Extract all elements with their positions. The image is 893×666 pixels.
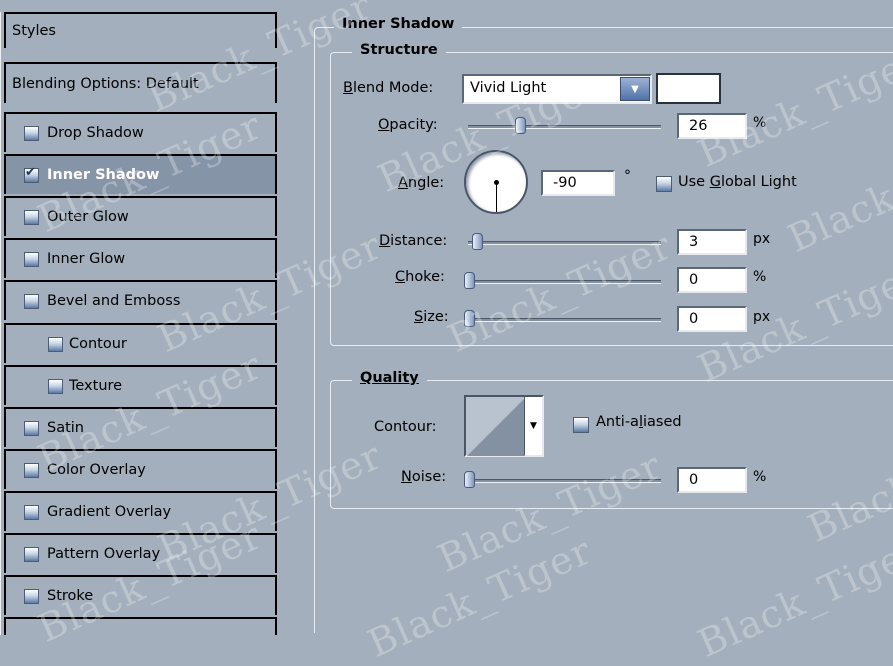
style-item-label: Pattern Overlay — [47, 546, 161, 562]
use-global-light-label: Use Global Light — [678, 174, 797, 190]
checkbox-icon[interactable] — [24, 125, 39, 141]
style-item-label: Bevel and Emboss — [47, 293, 181, 309]
style-item-inner-shadow[interactable]: Inner Shadow — [4, 154, 277, 194]
checkbox-icon[interactable] — [24, 462, 39, 478]
size-label: Size: — [414, 309, 449, 325]
blend-mode-label: Blend Mode: — [343, 80, 434, 96]
size-input[interactable]: 0 — [677, 306, 747, 332]
opacity-unit: % — [753, 115, 767, 131]
style-item-label: Stroke — [47, 588, 94, 604]
style-item-stroke[interactable]: Stroke — [4, 575, 277, 615]
contour-preview-icon — [467, 398, 525, 456]
choke-slider-track[interactable] — [468, 280, 661, 284]
structure-legend: Structure — [352, 42, 446, 58]
chevron-down-icon: ▼ — [530, 421, 537, 431]
choke-slider-thumb[interactable] — [464, 272, 475, 289]
choke-unit: % — [753, 269, 767, 285]
styles-list-bottom-edge — [4, 617, 277, 635]
style-item-label: Satin — [47, 420, 84, 436]
opacity-slider-thumb[interactable] — [515, 117, 527, 134]
checkbox-icon[interactable] — [48, 336, 63, 352]
checkbox-icon[interactable] — [48, 378, 63, 394]
style-item-label: Texture — [69, 378, 123, 394]
styles-list: Styles Blending Options: Default Drop Sh… — [0, 12, 279, 635]
style-item-label: Inner Shadow — [47, 167, 160, 183]
style-item-satin[interactable]: Satin — [4, 407, 277, 447]
choke-input[interactable]: 0 — [677, 267, 747, 293]
noise-input[interactable]: 0 — [677, 467, 747, 493]
style-item-drop-shadow[interactable]: Drop Shadow — [4, 112, 277, 152]
distance-slider-thumb[interactable] — [472, 233, 483, 250]
contour-label: Contour: — [374, 419, 437, 435]
angle-label: Angle: — [398, 175, 445, 191]
anti-aliased-label: Anti-aliased — [596, 414, 682, 430]
checkbox-checked-icon[interactable] — [24, 165, 39, 183]
noise-slider-thumb[interactable] — [464, 471, 475, 488]
opacity-input[interactable]: 26 — [677, 113, 747, 139]
style-item-label: Contour — [69, 336, 127, 352]
blending-options-item[interactable]: Blending Options: Default — [4, 62, 277, 103]
style-item-contour[interactable]: Contour — [4, 323, 277, 363]
checkbox-icon[interactable] — [24, 504, 39, 520]
style-item-label: Inner Glow — [47, 251, 126, 267]
blend-mode-dropdown-button[interactable]: ▼ — [620, 77, 650, 101]
size-unit: px — [753, 309, 771, 325]
blend-mode-value: Vivid Light — [470, 80, 547, 96]
checkbox-icon[interactable] — [24, 251, 39, 267]
style-item-label: Outer Glow — [47, 209, 129, 225]
anti-aliased-checkbox[interactable] — [573, 417, 589, 433]
noise-slider-track[interactable] — [468, 479, 661, 483]
quality-group — [330, 380, 893, 509]
checkbox-icon[interactable] — [24, 293, 39, 309]
checkbox-icon[interactable] — [24, 588, 39, 604]
opacity-label: Opacity: — [378, 117, 438, 133]
angle-input[interactable]: -90 — [541, 170, 615, 196]
opacity-slider-track[interactable] — [468, 125, 661, 129]
style-item-inner-glow[interactable]: Inner Glow — [4, 238, 277, 278]
distance-label: Distance: — [379, 233, 448, 249]
use-global-light-checkbox[interactable] — [656, 176, 672, 192]
size-slider-track[interactable] — [468, 318, 661, 322]
style-item-pattern-overlay[interactable]: Pattern Overlay — [4, 533, 277, 573]
styles-header-label: Styles — [12, 23, 56, 39]
checkbox-icon[interactable] — [24, 546, 39, 562]
blending-options-label: Blending Options: Default — [12, 75, 199, 92]
angle-dial-needle — [496, 182, 497, 212]
noise-label: Noise: — [401, 469, 447, 485]
style-item-label: Color Overlay — [47, 462, 146, 478]
style-item-color-overlay[interactable]: Color Overlay — [4, 449, 277, 489]
panel-title: Inner Shadow — [334, 16, 463, 32]
angle-unit: ° — [624, 168, 631, 184]
style-item-bevel-and-emboss[interactable]: Bevel and Emboss — [4, 280, 277, 320]
shadow-color-swatch[interactable] — [656, 73, 721, 104]
style-item-outer-glow[interactable]: Outer Glow — [4, 196, 277, 236]
distance-input[interactable]: 3 — [677, 229, 747, 255]
quality-legend: Quality — [352, 370, 427, 386]
contour-dropdown-button[interactable]: ▼ — [524, 397, 542, 455]
choke-label: Choke: — [395, 269, 445, 285]
noise-unit: % — [753, 469, 767, 485]
checkbox-icon[interactable] — [24, 420, 39, 436]
styles-header[interactable]: Styles — [4, 12, 277, 48]
distance-slider-track[interactable] — [468, 241, 661, 245]
style-item-label: Drop Shadow — [47, 125, 144, 141]
style-item-gradient-overlay[interactable]: Gradient Overlay — [4, 491, 277, 531]
size-slider-thumb[interactable] — [464, 310, 475, 327]
contour-picker[interactable]: ▼ — [464, 395, 544, 457]
angle-dial[interactable] — [464, 150, 528, 214]
chevron-down-icon: ▼ — [631, 83, 639, 95]
style-item-label: Gradient Overlay — [47, 504, 172, 520]
distance-unit: px — [753, 231, 771, 247]
style-item-texture[interactable]: Texture — [4, 365, 277, 405]
checkbox-icon[interactable] — [24, 209, 39, 225]
